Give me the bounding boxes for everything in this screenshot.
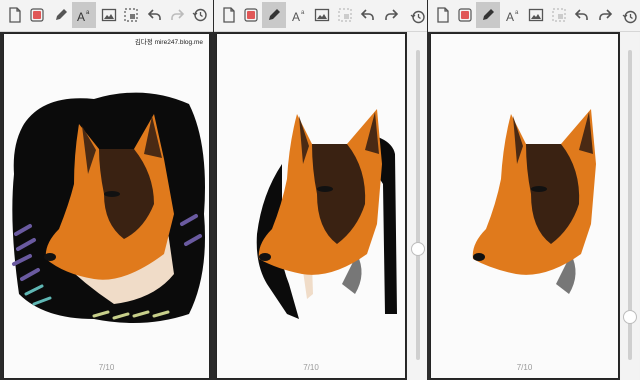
image-icon [314, 8, 330, 22]
undo-icon [360, 9, 374, 20]
redo-button[interactable] [594, 2, 616, 28]
dog-illustration [256, 109, 397, 319]
history-button[interactable] [409, 4, 427, 30]
new-page-button[interactable] [432, 2, 454, 28]
dog-illustration [12, 92, 206, 323]
brush-size-slider[interactable] [621, 32, 639, 380]
image-button[interactable] [98, 2, 120, 28]
toolbar: Aa [0, 0, 213, 32]
svg-text:A: A [292, 10, 300, 23]
pen-icon [483, 9, 494, 20]
eraser-button[interactable] [454, 2, 476, 28]
svg-text:a: a [515, 10, 519, 16]
new-page-button[interactable] [4, 2, 26, 28]
new-page-button[interactable] [218, 2, 240, 28]
history-icon [192, 8, 207, 22]
redo-icon [599, 9, 613, 20]
slider-track [416, 50, 420, 360]
svg-text:A: A [77, 10, 85, 23]
text-button[interactable]: Aa [72, 2, 96, 28]
brush-size-slider[interactable] [409, 32, 427, 380]
svg-text:A: A [506, 10, 514, 23]
image-icon [528, 8, 544, 22]
page[interactable]: 김다정 mire247.blog.me 7/10 [4, 34, 209, 378]
panel-1: Aa 김다정 mire247.blog.me 7/10 [0, 0, 213, 380]
image-icon [101, 8, 117, 22]
page-indicator: 7/10 [516, 363, 533, 372]
pen-button[interactable] [476, 2, 500, 28]
new-page-icon [437, 7, 449, 23]
eraser-button[interactable] [240, 2, 262, 28]
history-button[interactable] [189, 2, 211, 28]
undo-icon [147, 9, 161, 20]
undo-button[interactable] [571, 2, 593, 28]
eraser-icon [30, 8, 44, 22]
page-indicator: 7/10 [303, 363, 319, 372]
redo-icon [385, 9, 399, 20]
eraser-button[interactable] [26, 2, 48, 28]
text-icon: Aa [506, 10, 519, 23]
eraser-icon [244, 8, 258, 22]
redo-button[interactable] [166, 2, 188, 28]
page[interactable]: 7/10 [217, 34, 405, 378]
redo-button[interactable] [380, 2, 402, 28]
pen-button[interactable] [50, 2, 72, 28]
history-icon [410, 10, 425, 24]
toolbar: Aa [214, 0, 427, 32]
image-button[interactable] [525, 2, 547, 28]
slider-thumb[interactable] [623, 310, 637, 324]
eraser-icon [458, 8, 472, 22]
text-button[interactable]: Aa [288, 2, 310, 28]
selection-icon [552, 8, 566, 22]
panel-2: Aa 7/10 [214, 0, 427, 380]
drawing-canvas[interactable]: 김다정 mire247.blog.me 7/10 [0, 32, 213, 380]
undo-icon [574, 9, 588, 20]
selection-button[interactable] [548, 2, 570, 28]
selection-icon [338, 8, 352, 22]
page[interactable]: 7/10 [431, 34, 618, 378]
selection-button[interactable] [334, 2, 356, 28]
page-indicator: 7/10 [98, 363, 115, 372]
svg-text:a: a [86, 10, 90, 16]
selection-button[interactable] [120, 2, 142, 28]
text-button[interactable]: Aa [502, 2, 524, 28]
text-icon: Aa [292, 10, 305, 23]
pen-icon [56, 9, 67, 20]
text-icon: Aa [77, 10, 90, 23]
dog-illustration [472, 109, 596, 294]
slider-thumb[interactable] [411, 242, 425, 256]
panel-3: Aa 7/10 [428, 0, 640, 380]
redo-icon [171, 9, 185, 20]
svg-text:a: a [301, 10, 305, 16]
selection-icon [124, 8, 138, 22]
author-credit: 김다정 mire247.blog.me [134, 39, 203, 46]
pen-icon [269, 9, 280, 20]
new-page-icon [9, 7, 21, 23]
history-icon [622, 10, 637, 24]
undo-button[interactable] [144, 2, 166, 28]
new-page-icon [223, 7, 235, 23]
toolbar: Aa [428, 0, 640, 32]
image-button[interactable] [311, 2, 333, 28]
drawing-canvas[interactable]: 7/10 [214, 32, 407, 380]
pen-button[interactable] [262, 2, 286, 28]
drawing-canvas[interactable]: 7/10 [428, 32, 620, 380]
undo-button[interactable] [357, 2, 379, 28]
history-button[interactable] [621, 4, 639, 30]
